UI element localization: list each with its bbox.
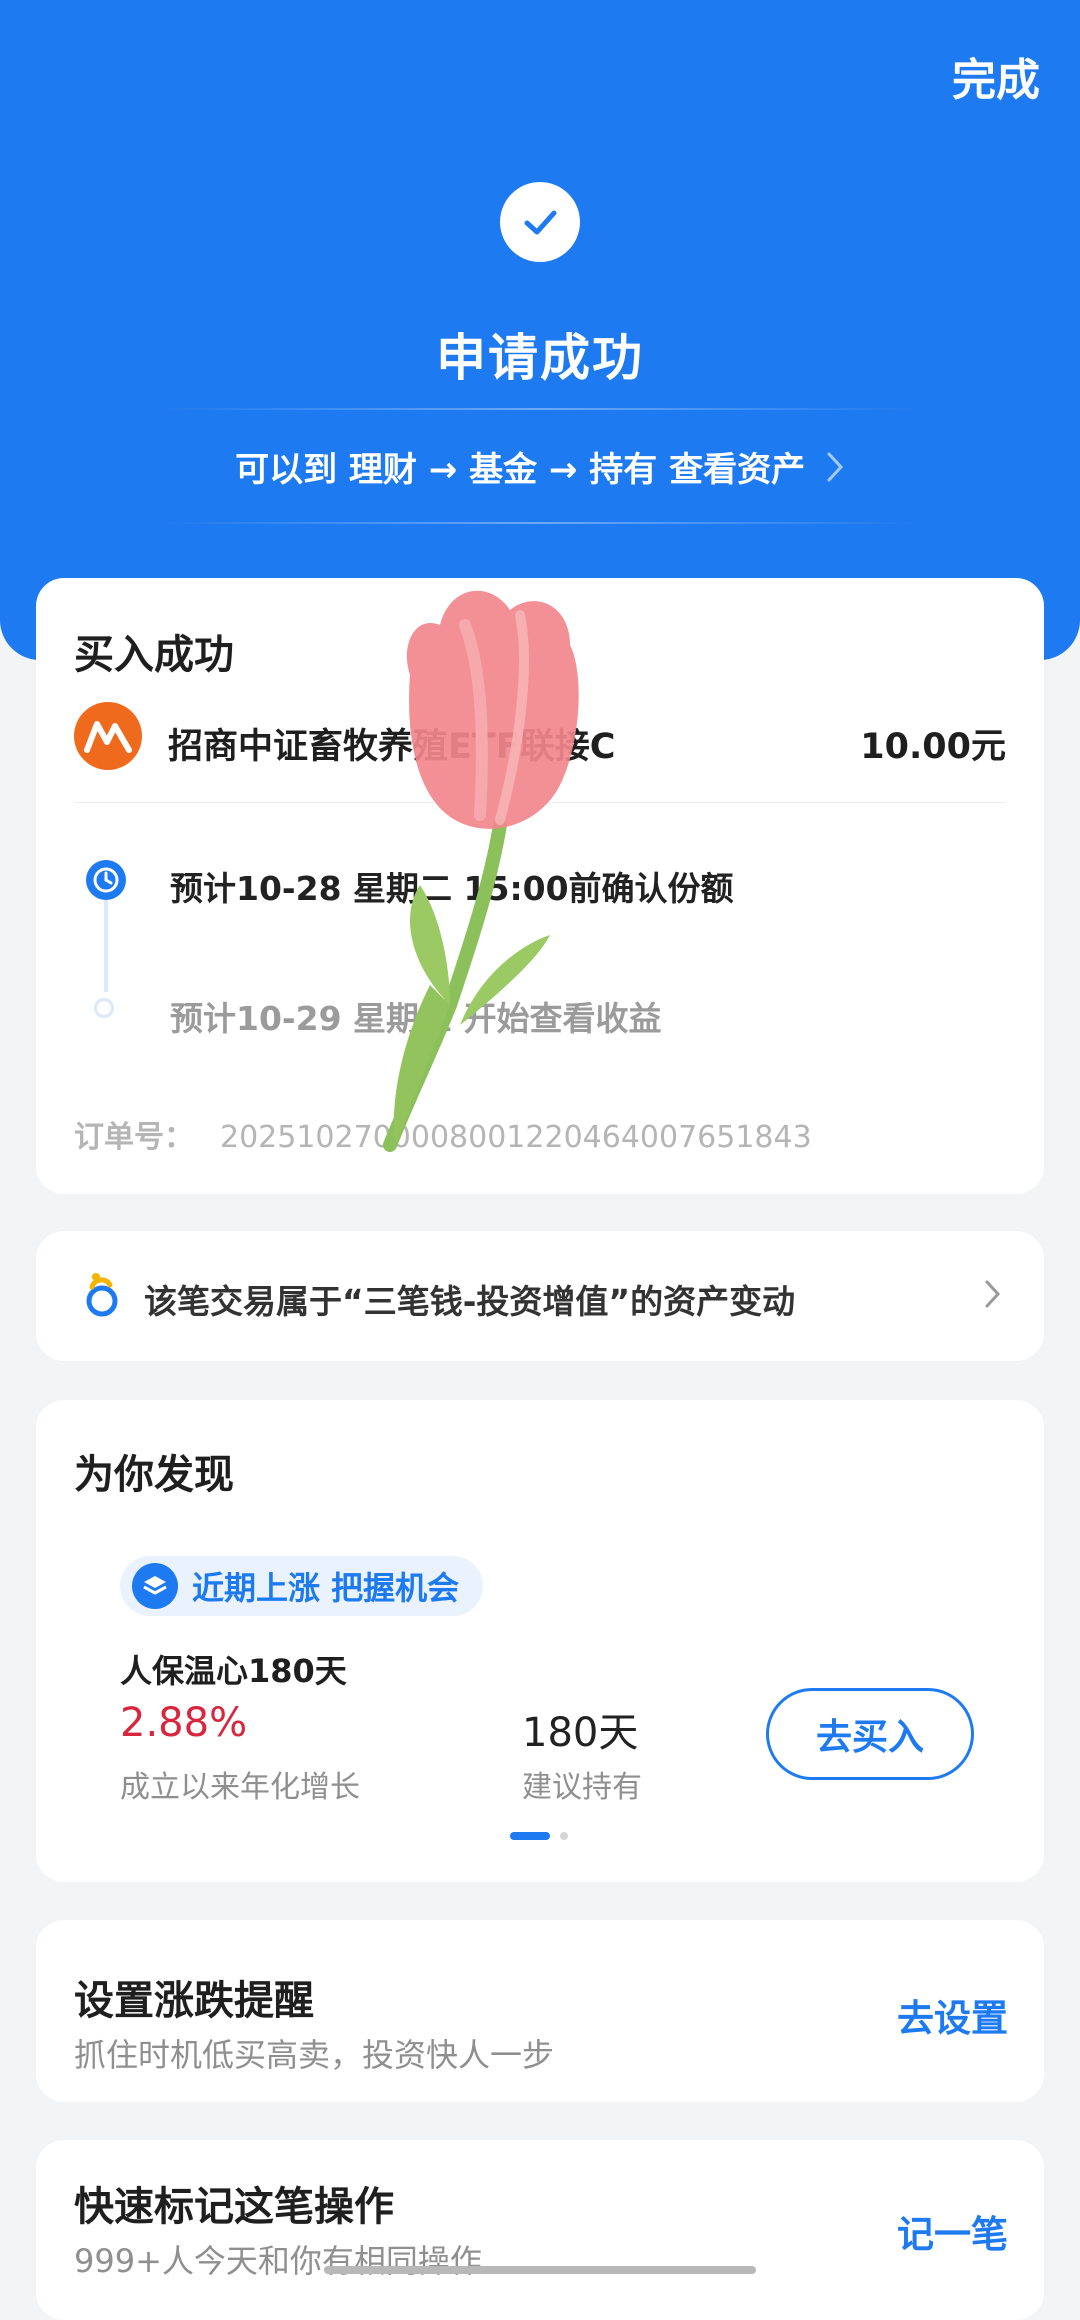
order-number-label: 订单号：: [74, 1120, 194, 1155]
chevron-right-icon: [825, 450, 845, 493]
product-name: 人保温心180天: [120, 1652, 347, 1690]
promo-tag-text: 近期上涨 把握机会: [192, 1569, 460, 1607]
discover-title: 为你发现: [74, 1452, 234, 1498]
buy-button[interactable]: 去买入: [766, 1688, 974, 1780]
tulip-sticker-icon: [383, 590, 579, 1152]
divider: [160, 408, 920, 410]
price-alert-card: 设置涨跌提醒 抓住时机低买高卖，投资快人一步 去设置: [36, 1920, 1044, 2102]
purchase-amount: 10.00元: [860, 727, 1006, 767]
price-alert-title: 设置涨跌提醒: [74, 1978, 314, 2024]
annualized-rate-label: 成立以来年化增长: [120, 1770, 360, 1805]
layers-icon: [132, 1563, 178, 1609]
quick-mark-title: 快速标记这笔操作: [74, 2184, 394, 2230]
success-header: 完成 申请成功 可以到 理财 → 基金 → 持有 查看资产: [0, 0, 1080, 660]
discover-card: 为你发现 近期上涨 把握机会 人保温心180天 2.88% 成立以来年化增长 1…: [36, 1400, 1044, 1882]
timeline-connector: [104, 900, 108, 992]
view-assets-text: 可以到 理财 → 基金 → 持有 查看资产: [235, 450, 806, 490]
timeline-pending-dot: [94, 998, 114, 1018]
pager-dot[interactable]: [560, 1832, 568, 1840]
three-money-icon: [82, 1271, 122, 1323]
clock-icon: [86, 860, 126, 900]
record-button[interactable]: 记一笔: [897, 2204, 1008, 2258]
status-title: 申请成功: [436, 329, 644, 387]
quick-mark-subtitle: 999+人今天和你有相同操作: [74, 2242, 482, 2280]
home-indicator[interactable]: [324, 2266, 756, 2274]
price-alert-subtitle: 抓住时机低买高卖，投资快人一步: [74, 2036, 555, 2074]
order-title: 买入成功: [74, 632, 234, 678]
asset-change-text: 该笔交易属于“三笔钱-投资增值”的资产变动: [144, 1282, 796, 1321]
hold-days: 180天: [522, 1710, 639, 1756]
divider: [160, 522, 920, 524]
promo-tag: 近期上涨 把握机会: [120, 1556, 484, 1616]
annualized-rate: 2.88%: [120, 1700, 248, 1746]
pager-dot-active[interactable]: [510, 1832, 550, 1840]
success-check-icon: [500, 182, 580, 262]
done-button[interactable]: 完成: [952, 44, 1040, 108]
view-assets-link[interactable]: 可以到 理财 → 基金 → 持有 查看资产: [0, 442, 1080, 493]
hold-days-label: 建议持有: [522, 1770, 642, 1805]
asset-change-row[interactable]: 该笔交易属于“三笔钱-投资增值”的资产变动: [36, 1231, 1044, 1361]
chevron-right-icon: [984, 1279, 1002, 1313]
quick-mark-card: 快速标记这笔操作 999+人今天和你有相同操作 记一笔: [36, 2140, 1044, 2320]
fund-company-logo-icon: [74, 702, 142, 770]
set-alert-button[interactable]: 去设置: [897, 1988, 1008, 2042]
